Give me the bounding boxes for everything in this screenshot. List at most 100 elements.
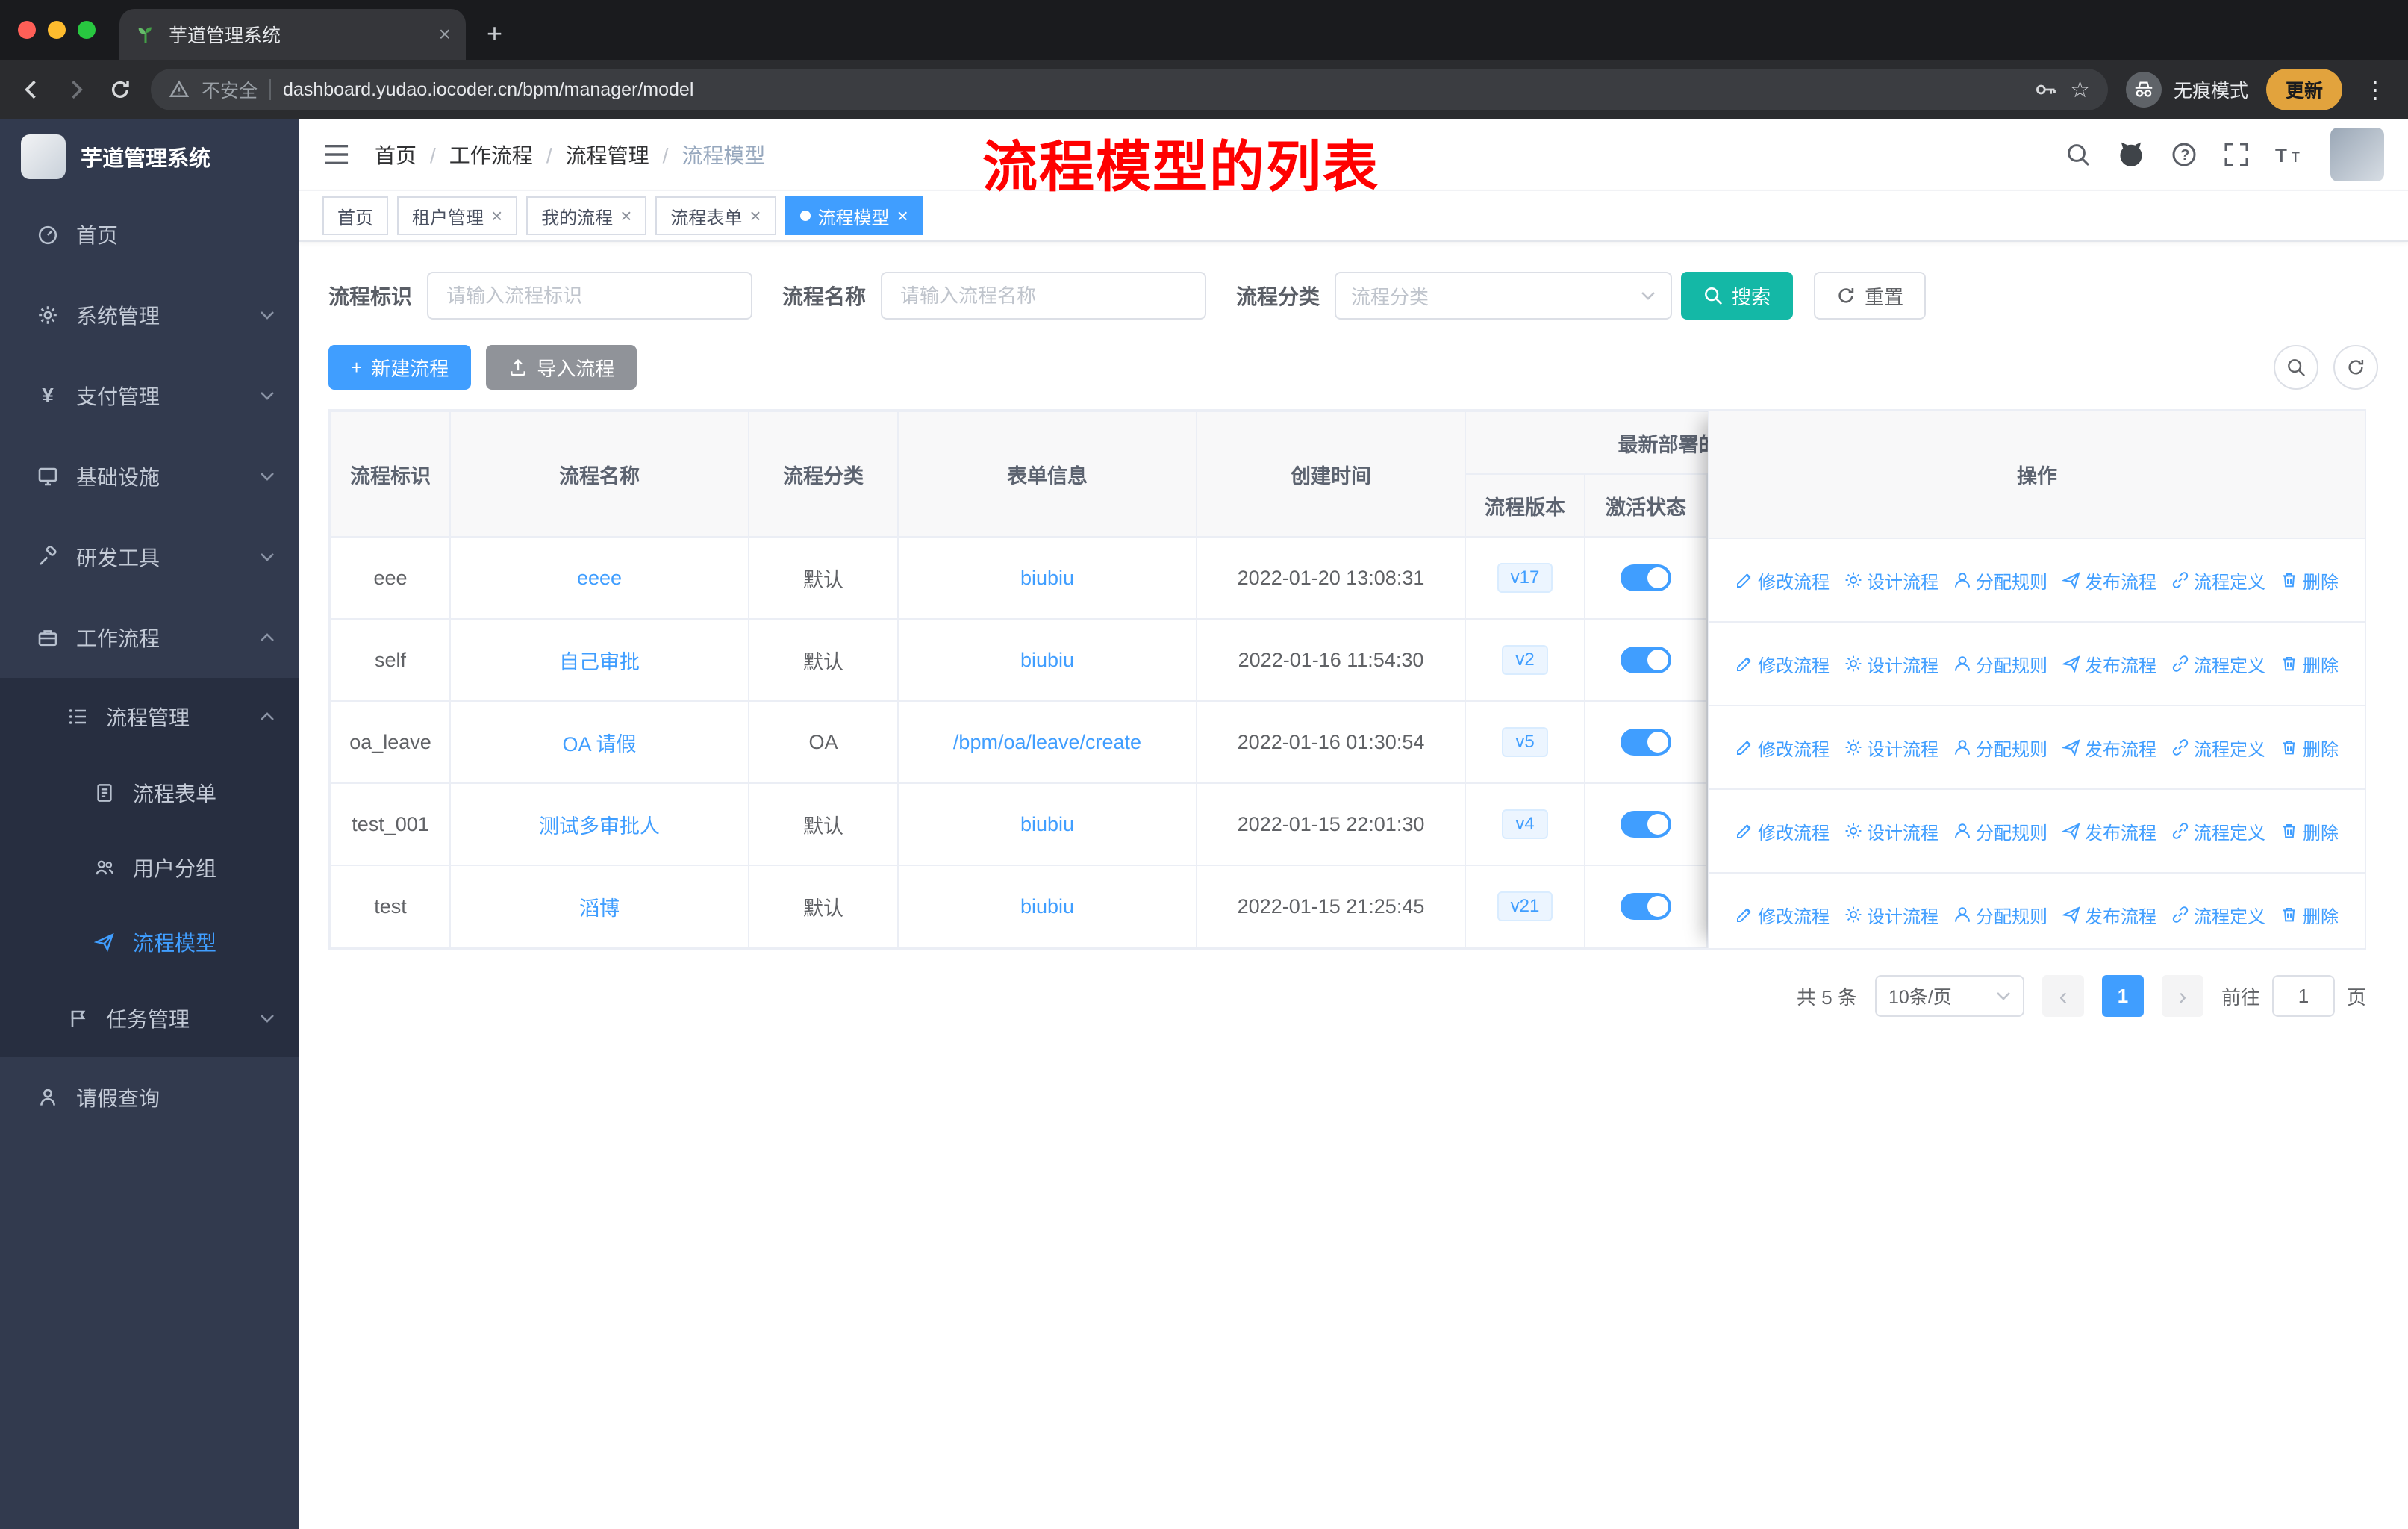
version-tag[interactable]: v21 [1497, 891, 1553, 921]
prev-page-button[interactable]: ‹ [2042, 975, 2084, 1017]
goto-page-input[interactable] [2271, 975, 2335, 1017]
search-button[interactable]: 搜索 [1681, 272, 1794, 320]
action-modify-process-link[interactable]: 修改流程 [1735, 735, 1830, 761]
action-design-process-link[interactable]: 设计流程 [1844, 651, 1938, 677]
hamburger-icon[interactable] [322, 143, 351, 166]
action-delete-link[interactable]: 删除 [2280, 567, 2339, 594]
url-text[interactable]: dashboard.yudao.iocoder.cn/bpm/manager/m… [283, 79, 2021, 101]
back-icon[interactable] [18, 76, 45, 103]
action-delete-link[interactable]: 删除 [2280, 651, 2339, 677]
form-info-link[interactable]: biubiu [1020, 895, 1074, 918]
action-design-process-link[interactable]: 设计流程 [1844, 818, 1938, 844]
process-name-link[interactable]: 测试多审批人 [539, 815, 660, 838]
create-process-button[interactable]: + 新建流程 [328, 345, 472, 390]
form-info-link[interactable]: biubiu [1020, 567, 1074, 589]
action-modify-process-link[interactable]: 修改流程 [1735, 651, 1830, 677]
import-process-button[interactable]: 导入流程 [486, 345, 637, 390]
process-name-link[interactable]: OA 请假 [562, 733, 636, 756]
action-modify-process-link[interactable]: 修改流程 [1735, 902, 1830, 928]
action-assign-rules-link[interactable]: 分配规则 [1953, 902, 2047, 928]
new-tab-button[interactable]: + [487, 18, 502, 49]
tag-process-form[interactable]: 流程表单 × [655, 196, 776, 235]
fullscreen-icon[interactable] [2223, 141, 2250, 168]
action-publish-process-link[interactable]: 发布流程 [2062, 651, 2156, 677]
action-publish-process-link[interactable]: 发布流程 [2062, 818, 2156, 844]
process-name-link[interactable]: eeee [577, 567, 622, 589]
form-info-link[interactable]: biubiu [1020, 813, 1074, 835]
active-toggle[interactable] [1621, 729, 1671, 756]
forward-icon[interactable] [63, 76, 90, 103]
user-avatar[interactable] [2330, 128, 2384, 181]
bookmark-star-icon[interactable]: ☆ [2070, 77, 2090, 103]
tag-home[interactable]: 首页 [322, 196, 388, 235]
category-select[interactable]: 流程分类 [1335, 272, 1673, 320]
action-process-definition-link[interactable]: 流程定义 [2171, 902, 2265, 928]
tag-close-icon[interactable]: × [897, 206, 908, 225]
version-tag[interactable]: v4 [1502, 809, 1548, 839]
action-publish-process-link[interactable]: 发布流程 [2062, 735, 2156, 761]
sidebar-item-workflow[interactable]: 工作流程 [0, 597, 299, 678]
sidebar-item-process-form[interactable]: 流程表单 [0, 756, 299, 830]
password-key-icon[interactable] [2033, 77, 2058, 102]
sidebar-item-process-model[interactable]: 流程模型 [0, 905, 299, 980]
process-name-link[interactable]: 自己审批 [559, 651, 640, 673]
action-assign-rules-link[interactable]: 分配规则 [1953, 735, 2047, 761]
sidebar-item-infrastructure[interactable]: 基础设施 [0, 436, 299, 517]
page-number-1[interactable]: 1 [2101, 975, 2144, 1017]
active-toggle[interactable] [1621, 811, 1671, 838]
action-modify-process-link[interactable]: 修改流程 [1735, 818, 1830, 844]
sidebar-item-user-group[interactable]: 用户分组 [0, 830, 299, 905]
breadcrumb-workflow[interactable]: 工作流程 [417, 140, 533, 169]
help-icon[interactable]: ? [2171, 141, 2198, 168]
tab-close-icon[interactable]: × [439, 24, 451, 45]
process-key-input[interactable] [427, 272, 753, 320]
refresh-table-button[interactable] [2333, 345, 2378, 390]
form-info-link[interactable]: /bpm/oa/leave/create [953, 731, 1141, 753]
version-tag[interactable]: v2 [1502, 645, 1548, 675]
font-size-icon[interactable]: TT [2275, 143, 2305, 166]
active-toggle[interactable] [1621, 893, 1671, 920]
active-toggle[interactable] [1621, 647, 1671, 673]
action-process-definition-link[interactable]: 流程定义 [2171, 735, 2265, 761]
close-window-button[interactable] [18, 21, 36, 39]
breadcrumb-process-management[interactable]: 流程管理 [533, 140, 649, 169]
github-icon[interactable] [2117, 140, 2145, 169]
sidebar-item-process-management[interactable]: 流程管理 [0, 678, 299, 756]
tag-close-icon[interactable]: × [491, 206, 502, 225]
toggle-search-button[interactable] [2274, 345, 2318, 390]
minimize-window-button[interactable] [48, 21, 66, 39]
search-icon[interactable] [2065, 141, 2092, 168]
action-design-process-link[interactable]: 设计流程 [1844, 567, 1938, 594]
sidebar-item-devtools[interactable]: 研发工具 [0, 517, 299, 597]
action-process-definition-link[interactable]: 流程定义 [2171, 651, 2265, 677]
tag-tenant-management[interactable]: 租户管理 × [397, 196, 518, 235]
form-info-link[interactable]: biubiu [1020, 649, 1074, 671]
tag-close-icon[interactable]: × [620, 206, 631, 225]
active-toggle[interactable] [1621, 564, 1671, 591]
action-delete-link[interactable]: 删除 [2280, 735, 2339, 761]
process-name-link[interactable]: 滔博 [579, 897, 620, 920]
update-button[interactable]: 更新 [2265, 69, 2342, 110]
security-label[interactable]: 不安全 [202, 76, 258, 103]
action-assign-rules-link[interactable]: 分配规则 [1953, 567, 2047, 594]
sidebar-item-payment[interactable]: ¥ 支付管理 [0, 355, 299, 436]
action-publish-process-link[interactable]: 发布流程 [2062, 902, 2156, 928]
version-tag[interactable]: v17 [1497, 563, 1553, 593]
action-publish-process-link[interactable]: 发布流程 [2062, 567, 2156, 594]
tag-process-model[interactable]: 流程模型 × [785, 196, 923, 235]
tag-close-icon[interactable]: × [749, 206, 761, 225]
sidebar-item-system[interactable]: 系统管理 [0, 275, 299, 355]
action-design-process-link[interactable]: 设计流程 [1844, 735, 1938, 761]
next-page-button[interactable]: › [2161, 975, 2203, 1017]
action-process-definition-link[interactable]: 流程定义 [2171, 818, 2265, 844]
url-bar[interactable]: 不安全 dashboard.yudao.iocoder.cn/bpm/manag… [151, 69, 2108, 110]
sidebar-item-task-management[interactable]: 任务管理 [0, 980, 299, 1057]
browser-menu-icon[interactable]: ⋮ [2360, 75, 2390, 104]
action-delete-link[interactable]: 删除 [2280, 818, 2339, 844]
breadcrumb-home[interactable]: 首页 [375, 140, 417, 169]
action-assign-rules-link[interactable]: 分配规则 [1953, 818, 2047, 844]
version-tag[interactable]: v5 [1502, 727, 1548, 757]
action-modify-process-link[interactable]: 修改流程 [1735, 567, 1830, 594]
browser-tab[interactable]: 芋道管理系统 × [119, 9, 466, 60]
process-name-input[interactable] [881, 272, 1207, 320]
